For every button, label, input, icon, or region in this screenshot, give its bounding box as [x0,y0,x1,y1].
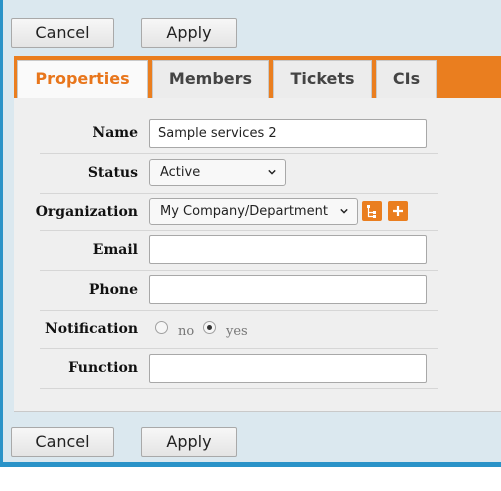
organization-value: My Company/Department [160,204,328,219]
hierarchy-icon[interactable] [362,201,382,221]
tab-tickets[interactable]: Tickets [273,60,372,98]
function-field[interactable] [149,354,427,383]
organization-select[interactable]: My Company/Department [149,198,358,225]
status-select[interactable]: Active [149,159,286,186]
apply-button-top[interactable]: Apply [141,18,237,48]
notification-yes-radio[interactable] [203,321,216,334]
tab-bar: Properties Members Tickets CIs [14,56,501,98]
radio-selected-dot [207,325,212,330]
tab-members[interactable]: Members [152,60,269,98]
function-label: Function [68,360,138,376]
cancel-button-top[interactable]: Cancel [11,18,114,48]
tab-properties[interactable]: Properties [17,60,148,98]
row-divider [40,388,438,389]
notification-no-radio[interactable] [155,321,168,334]
status-label: Status [87,165,138,181]
add-organization-plus-icon[interactable] [388,201,408,221]
chevron-down-icon [268,169,276,175]
notification-label: Notification [45,321,138,337]
email-field[interactable] [149,235,427,264]
chevron-down-icon [340,208,348,214]
notification-no-label: no [178,324,195,339]
apply-button-bottom[interactable]: Apply [141,427,237,457]
status-value: Active [160,165,201,180]
cancel-button-bottom[interactable]: Cancel [11,427,114,457]
name-field[interactable]: Sample services 2 [149,119,427,148]
tab-cis[interactable]: CIs [376,60,437,98]
phone-field[interactable] [149,275,427,304]
organization-label: Organization [35,203,138,220]
phone-label: Phone [88,282,138,298]
name-label: Name [92,125,138,141]
email-label: Email [92,242,138,258]
notification-yes-label: yes [226,324,248,339]
